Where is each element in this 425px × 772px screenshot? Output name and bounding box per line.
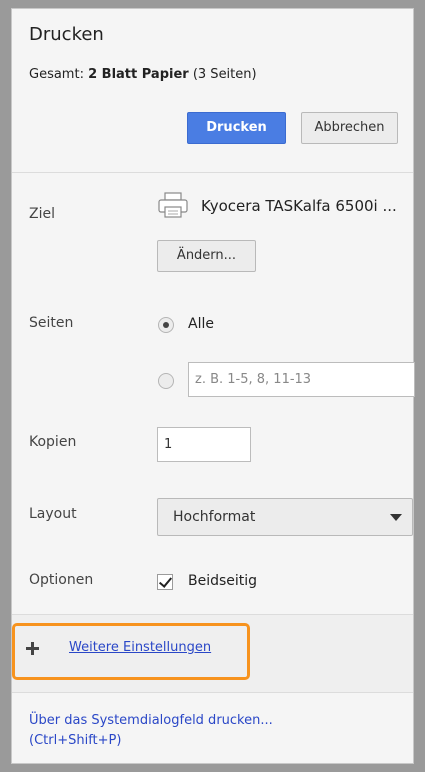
copies-label: Kopien <box>29 434 77 450</box>
page-title: Drucken <box>29 24 104 45</box>
summary-prefix: Gesamt: <box>29 67 89 82</box>
more-settings-link[interactable]: Weitere Einstellungen <box>69 640 211 655</box>
cancel-button[interactable]: Abbrechen <box>301 112 398 144</box>
pages-custom-radio[interactable] <box>158 373 174 389</box>
layout-select-value: Hochformat <box>173 509 256 525</box>
plus-icon[interactable] <box>26 642 39 655</box>
summary-pages: (3 Seiten) <box>188 67 257 82</box>
print-header: Drucken Gesamt: 2 Blatt Papier (3 Seiten… <box>12 9 413 173</box>
pages-label: Seiten <box>29 315 74 331</box>
print-button[interactable]: Drucken <box>187 112 286 144</box>
system-dialog-label: Über das Systemdialogfeld drucken... <box>29 713 273 728</box>
system-dialog-shortcut: (Ctrl+Shift+P) <box>29 733 122 748</box>
pages-all-label: Alle <box>188 316 214 332</box>
copies-input[interactable]: 1 <box>157 427 251 462</box>
summary-sheets: 2 Blatt Papier <box>88 67 189 82</box>
printer-name: Kyocera TASKalfa 6500i ... <box>201 197 397 215</box>
pages-custom-input[interactable]: z. B. 1-5, 8, 11-13 <box>188 362 415 397</box>
change-destination-button[interactable]: Ändern... <box>157 240 256 272</box>
options-label: Optionen <box>29 572 94 588</box>
print-panel: Drucken Gesamt: 2 Blatt Papier (3 Seiten… <box>11 8 415 764</box>
layout-label: Layout <box>29 506 77 522</box>
duplex-checkbox[interactable] <box>157 574 173 590</box>
duplex-label: Beidseitig <box>188 573 258 589</box>
chevron-down-icon <box>390 514 402 521</box>
print-summary: Gesamt: 2 Blatt Papier (3 Seiten) <box>29 67 257 82</box>
pages-all-radio[interactable] <box>158 317 174 333</box>
printer-icon <box>158 192 188 218</box>
destination-label: Ziel <box>29 206 55 222</box>
more-settings-row: Weitere Einstellungen <box>12 614 413 693</box>
system-dialog-link[interactable]: Über das Systemdialogfeld drucken... (Ct… <box>29 711 273 751</box>
layout-select[interactable]: Hochformat <box>157 498 413 536</box>
